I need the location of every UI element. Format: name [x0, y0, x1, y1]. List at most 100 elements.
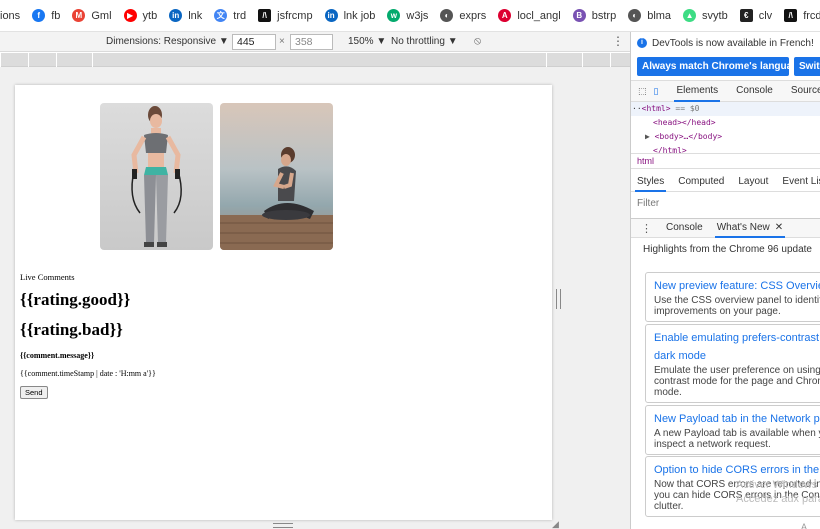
resize-handle-bottom[interactable]	[273, 523, 293, 528]
bookmark-label: lnk	[188, 9, 203, 22]
width-input[interactable]	[232, 34, 276, 50]
media-query-ruler[interactable]	[0, 53, 630, 67]
w3schools-icon: w	[387, 9, 401, 22]
language-notice: i DevTools is now available in French!	[631, 32, 820, 54]
bookmark-ions[interactable]: ions	[0, 10, 20, 22]
drawer-tab-whats-new[interactable]: What's New ✕	[714, 218, 786, 238]
card-text: mode.	[654, 387, 682, 398]
device-toolbar-toggle-icon[interactable]: ▯	[654, 85, 659, 97]
bookmark-exprs[interactable]: ◐ exprs	[440, 9, 486, 22]
bookmarks-bar: ions f fb M Gml ▶ ytb in lnk 文 trd/\ jsfrcmp in lnk j…	[0, 0, 820, 32]
bookmark-gml[interactable]: M Gml	[72, 9, 112, 22]
bookmark-ytb[interactable]: ▶ ytb	[123, 9, 157, 22]
bookmark-label: fb	[51, 9, 61, 22]
tab-layout[interactable]: Layout	[738, 172, 768, 192]
bookmark-clv[interactable]: € clv	[739, 9, 773, 22]
bookmark-lnk[interactable]: in lnk	[169, 9, 202, 22]
card-text: improvements on your page.	[654, 306, 781, 317]
dom-tree: ··<html> == $0 <head></head> ▶ <body>…</…	[631, 102, 820, 155]
bookmark-label: bstrp	[591, 9, 617, 22]
bookmark-label: locl_angl	[517, 9, 561, 22]
bootstrap-icon: B	[572, 9, 586, 22]
bookmark-fb[interactable]: f fb	[32, 9, 60, 22]
bookmark-label: blma	[647, 9, 672, 22]
dom-node-head[interactable]: <head></head>	[631, 116, 820, 130]
bookmark-bstrp[interactable]: Bbstrp	[572, 9, 617, 22]
bookmark-label: w3js	[406, 9, 429, 22]
tab-event-listeners[interactable]: Event Listeners	[782, 172, 820, 192]
emulated-page: Live Comments {{rating.good}} {{rating.b…	[15, 85, 552, 520]
switch-language-button[interactable]: Switch	[794, 57, 820, 76]
windows-activation-watermark: Activer Windows Accédez aux paramètres	[736, 479, 820, 505]
bookmark-label: lnk job	[343, 9, 376, 22]
rotate-icon[interactable]: ⦸	[474, 35, 481, 48]
youtube-icon: ▶	[123, 9, 137, 22]
resize-handle-right[interactable]	[556, 289, 561, 309]
tab-styles[interactable]: Styles	[634, 172, 667, 192]
dimensions-select[interactable]: Dimensions: Responsive ▼	[106, 36, 229, 47]
always-match-language-button[interactable]: Always match Chrome's language	[637, 57, 789, 76]
bookmark-lnk-job[interactable]: in lnk job	[324, 9, 376, 22]
bookmark-label: trd	[233, 9, 247, 22]
more-icon[interactable]: ⋮	[612, 34, 624, 48]
gmail-icon: M	[72, 9, 86, 22]
linkedin-icon: in	[324, 9, 338, 22]
styles-filter-input[interactable]: Filter	[637, 198, 659, 209]
bookmark-w3js[interactable]: w w3js	[387, 9, 428, 22]
watermark-fragment: A	[801, 522, 808, 529]
bookmark-label: ions	[0, 9, 21, 22]
drawer-tab-console[interactable]: Console	[666, 218, 703, 238]
jsframework-icon: /\	[258, 9, 272, 22]
card-text: Use the CSS overview panel to identify	[654, 295, 820, 306]
breadcrumb[interactable]: html	[631, 153, 820, 169]
bookmark-label: exprs	[459, 9, 487, 22]
tab-console[interactable]: Console	[736, 80, 773, 102]
globe-icon: ◐	[440, 9, 454, 22]
tab-computed[interactable]: Computed	[678, 172, 724, 192]
send-button[interactable]: Send	[20, 386, 48, 399]
card-title[interactable]: Option to hide CORS errors in the Consol…	[654, 461, 820, 479]
bookmark-trd[interactable]: 文 trd	[214, 9, 246, 22]
whats-new-card[interactable]: Enable emulating prefers-contrast dark m…	[645, 324, 820, 403]
bookmark-jsfrcmp[interactable]: /\ jsfrcmp	[258, 9, 313, 22]
bookmark-label: jsfrcmp	[277, 9, 313, 22]
drawer-menu-icon[interactable]: ⋮	[641, 222, 652, 235]
card-title[interactable]: New preview feature: CSS Overview	[654, 277, 820, 295]
zoom-select[interactable]: 150% ▼	[348, 36, 386, 47]
resize-handle-corner[interactable]: ◢	[552, 519, 559, 529]
dom-node-body[interactable]: ▶ <body>…</body>	[631, 130, 820, 144]
bookmark-svytb[interactable]: ▲ svytb	[683, 9, 728, 22]
bookmark-label: clv	[758, 9, 773, 22]
tab-sources[interactable]: Sources	[791, 80, 820, 102]
dom-node-html[interactable]: ··<html> == $0	[631, 102, 820, 116]
height-input[interactable]	[290, 34, 333, 50]
linkedin-icon: in	[169, 9, 183, 22]
yoga-photo	[220, 103, 333, 250]
whats-new-card[interactable]: New preview feature: CSS Overview Use th…	[645, 272, 820, 322]
device-toolbar: Dimensions: Responsive ▼ × 150% ▼ No thr…	[0, 32, 630, 52]
whats-new-heading: Highlights from the Chrome 96 update	[643, 244, 812, 255]
jsframework-icon: /\	[784, 9, 798, 22]
rating-bad-heading: {{rating.bad}}	[20, 320, 123, 339]
card-title-continued[interactable]: dark mode	[654, 347, 820, 365]
bookmark-blma[interactable]: ◐ blma	[628, 9, 671, 22]
card-text: contrast mode for the page and Chrome	[654, 376, 820, 387]
card-title[interactable]: Enable emulating prefers-contrast	[654, 329, 820, 347]
notice-text: DevTools is now available in French!	[652, 37, 814, 49]
comments-section: Live Comments {{rating.good}} {{rating.b…	[20, 272, 156, 400]
card-title[interactable]: New Payload tab in the Network panel	[654, 410, 820, 428]
bookmark-label: Gml	[91, 9, 112, 22]
bookmark-locl-angl[interactable]: Alocl_angl	[498, 9, 561, 22]
throttling-select[interactable]: No throttling ▼	[391, 36, 458, 47]
comment-message: {{comment.message}}	[20, 351, 95, 360]
android-icon: ▲	[683, 9, 697, 22]
whats-new-card[interactable]: New Payload tab in the Network panel A n…	[645, 405, 820, 455]
fitness-photo	[100, 103, 213, 250]
bookmark-frcdcmp[interactable]: /\ frcdcmp	[784, 9, 820, 22]
tab-elements[interactable]: Elements	[674, 80, 720, 102]
drawer-tabs: ⋮ Console What's New ✕	[631, 218, 820, 238]
bookmark-label: frcdcmp	[803, 9, 820, 22]
close-icon[interactable]: ✕	[775, 222, 783, 233]
angular-icon: A	[498, 9, 512, 22]
inspect-element-icon[interactable]: ⬚	[638, 85, 647, 97]
